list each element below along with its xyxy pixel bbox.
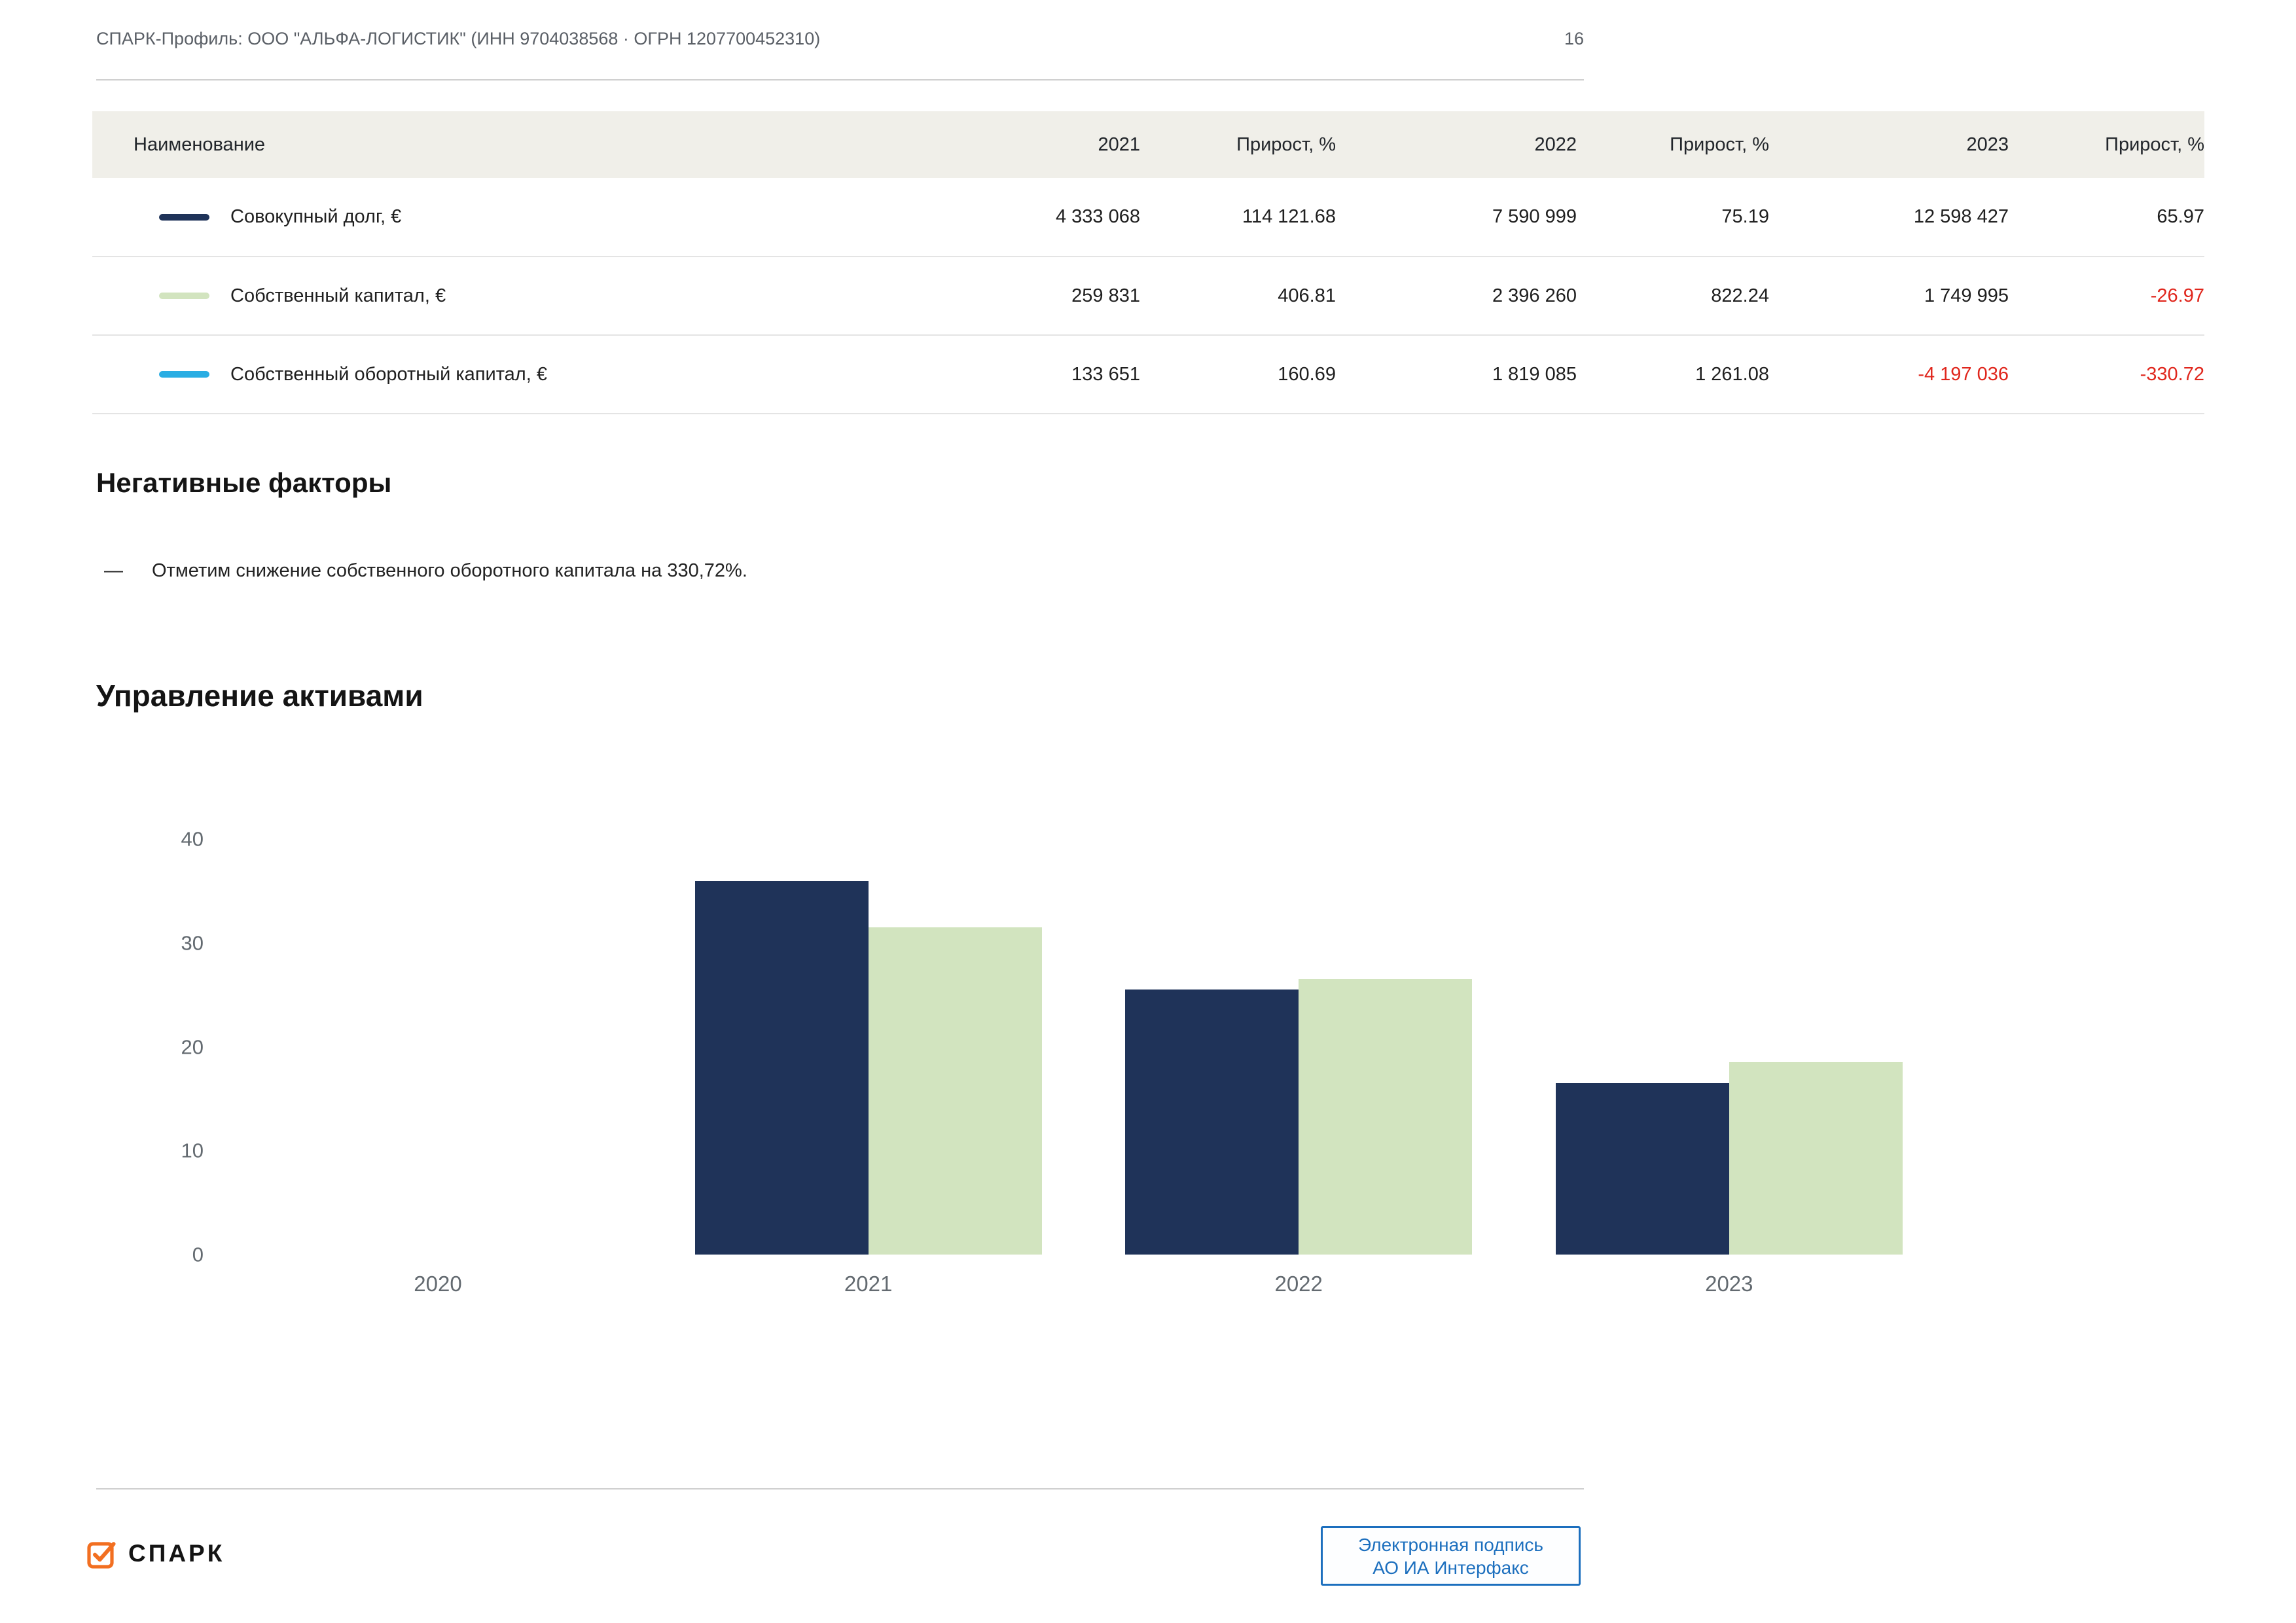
spark-profile-page: СПАРК-Профиль: ООО "АЛЬФА-ЛОГИСТИК" (ИНН… (0, 0, 2296, 1623)
asset-management-heading: Управление активами (96, 678, 423, 713)
column-header-growth-2022: Прирост, % (1577, 111, 1769, 178)
table-row: Собственный оборотный капитал, € 133 651… (92, 335, 2204, 414)
value-cell: 75.19 (1577, 178, 1769, 257)
chart-bar (1125, 990, 1299, 1255)
value-cell: -4 197 036 (1769, 335, 2009, 414)
y-axis-tick-label: 40 (96, 829, 204, 849)
x-axis-category-label: 2023 (1705, 1272, 1753, 1296)
value-cell: 406.81 (1140, 257, 1336, 335)
value-cell: 4 333 068 (943, 178, 1140, 257)
column-header-growth-2023: Прирост, % (2009, 111, 2204, 178)
value-cell: 259 831 (943, 257, 1140, 335)
footer-divider (96, 1488, 1584, 1489)
x-axis-category-label: 2020 (414, 1272, 461, 1296)
column-header-2021: 2021 (943, 111, 1140, 178)
chart-bar (695, 881, 869, 1255)
y-axis-tick-label: 30 (96, 933, 204, 953)
x-axis-category-label: 2021 (844, 1272, 892, 1296)
chart-bar (1729, 1062, 1903, 1255)
table-body: Совокупный долг, € 4 333 068 114 121.68 … (92, 178, 2204, 414)
spark-logo: СПАРК (86, 1538, 224, 1569)
y-axis-tick-label: 20 (96, 1037, 204, 1057)
x-axis-category-label: 2022 (1274, 1272, 1322, 1296)
table-row: Собственный капитал, € 259 831 406.81 2 … (92, 257, 2204, 335)
value-cell: 1 819 085 (1336, 335, 1577, 414)
column-header-2023: 2023 (1769, 111, 2009, 178)
value-cell: 114 121.68 (1140, 178, 1336, 257)
value-cell: 7 590 999 (1336, 178, 1577, 257)
chart-bar (869, 927, 1042, 1255)
y-axis-tick-label: 0 (96, 1245, 204, 1265)
spark-checkmark-icon (86, 1538, 118, 1569)
series-color-line-icon (159, 214, 209, 221)
chart-bar (1299, 979, 1472, 1255)
document-title: СПАРК-Профиль: ООО "АЛЬФА-ЛОГИСТИК" (ИНН… (96, 29, 820, 49)
bullet-dash: — (104, 560, 123, 582)
negative-factors-heading: Негативные факторы (96, 467, 391, 499)
electronic-signature-box: Электронная подпись АО ИА Интерфакс (1321, 1526, 1581, 1586)
value-cell: 822.24 (1577, 257, 1769, 335)
table-row: Совокупный долг, € 4 333 068 114 121.68 … (92, 178, 2204, 257)
row-label: Собственный оборотный капитал, € (230, 364, 547, 385)
row-label: Совокупный долг, € (230, 206, 401, 228)
value-cell: 160.69 (1140, 335, 1336, 414)
value-cell: -330.72 (2009, 335, 2204, 414)
document-header: СПАРК-Профиль: ООО "АЛЬФА-ЛОГИСТИК" (ИНН… (96, 29, 1584, 80)
chart-plot: 0102030402020202120222023 (96, 839, 1994, 1255)
negative-factor-item: — Отметим снижение собственного оборотно… (104, 560, 747, 582)
column-header-name: Наименование (92, 111, 943, 178)
value-cell: 12 598 427 (1769, 178, 2009, 257)
table-header-row: Наименование 2021 Прирост, % 2022 Прирос… (92, 111, 2204, 178)
value-cell: 2 396 260 (1336, 257, 1577, 335)
signature-line2: АО ИА Интерфакс (1372, 1556, 1529, 1579)
value-cell: 1 749 995 (1769, 257, 2009, 335)
series-color-line-icon (159, 371, 209, 378)
page-number: 16 (1564, 29, 1584, 49)
value-cell: 133 651 (943, 335, 1140, 414)
value-cell: 65.97 (2009, 178, 2204, 257)
signature-line1: Электронная подпись (1358, 1533, 1543, 1556)
spark-logo-text: СПАРК (128, 1540, 224, 1567)
y-axis-tick-label: 10 (96, 1141, 204, 1161)
negative-factor-text: Отметим снижение собственного оборотного… (152, 560, 747, 582)
financial-table: Наименование 2021 Прирост, % 2022 Прирос… (92, 111, 2204, 414)
value-cell: -26.97 (2009, 257, 2204, 335)
row-label: Собственный капитал, € (230, 285, 446, 307)
column-header-growth-2021: Прирост, % (1140, 111, 1336, 178)
chart-bar (1556, 1083, 1729, 1255)
value-cell: 1 261.08 (1577, 335, 1769, 414)
series-color-line-icon (159, 293, 209, 299)
column-header-2022: 2022 (1336, 111, 1577, 178)
